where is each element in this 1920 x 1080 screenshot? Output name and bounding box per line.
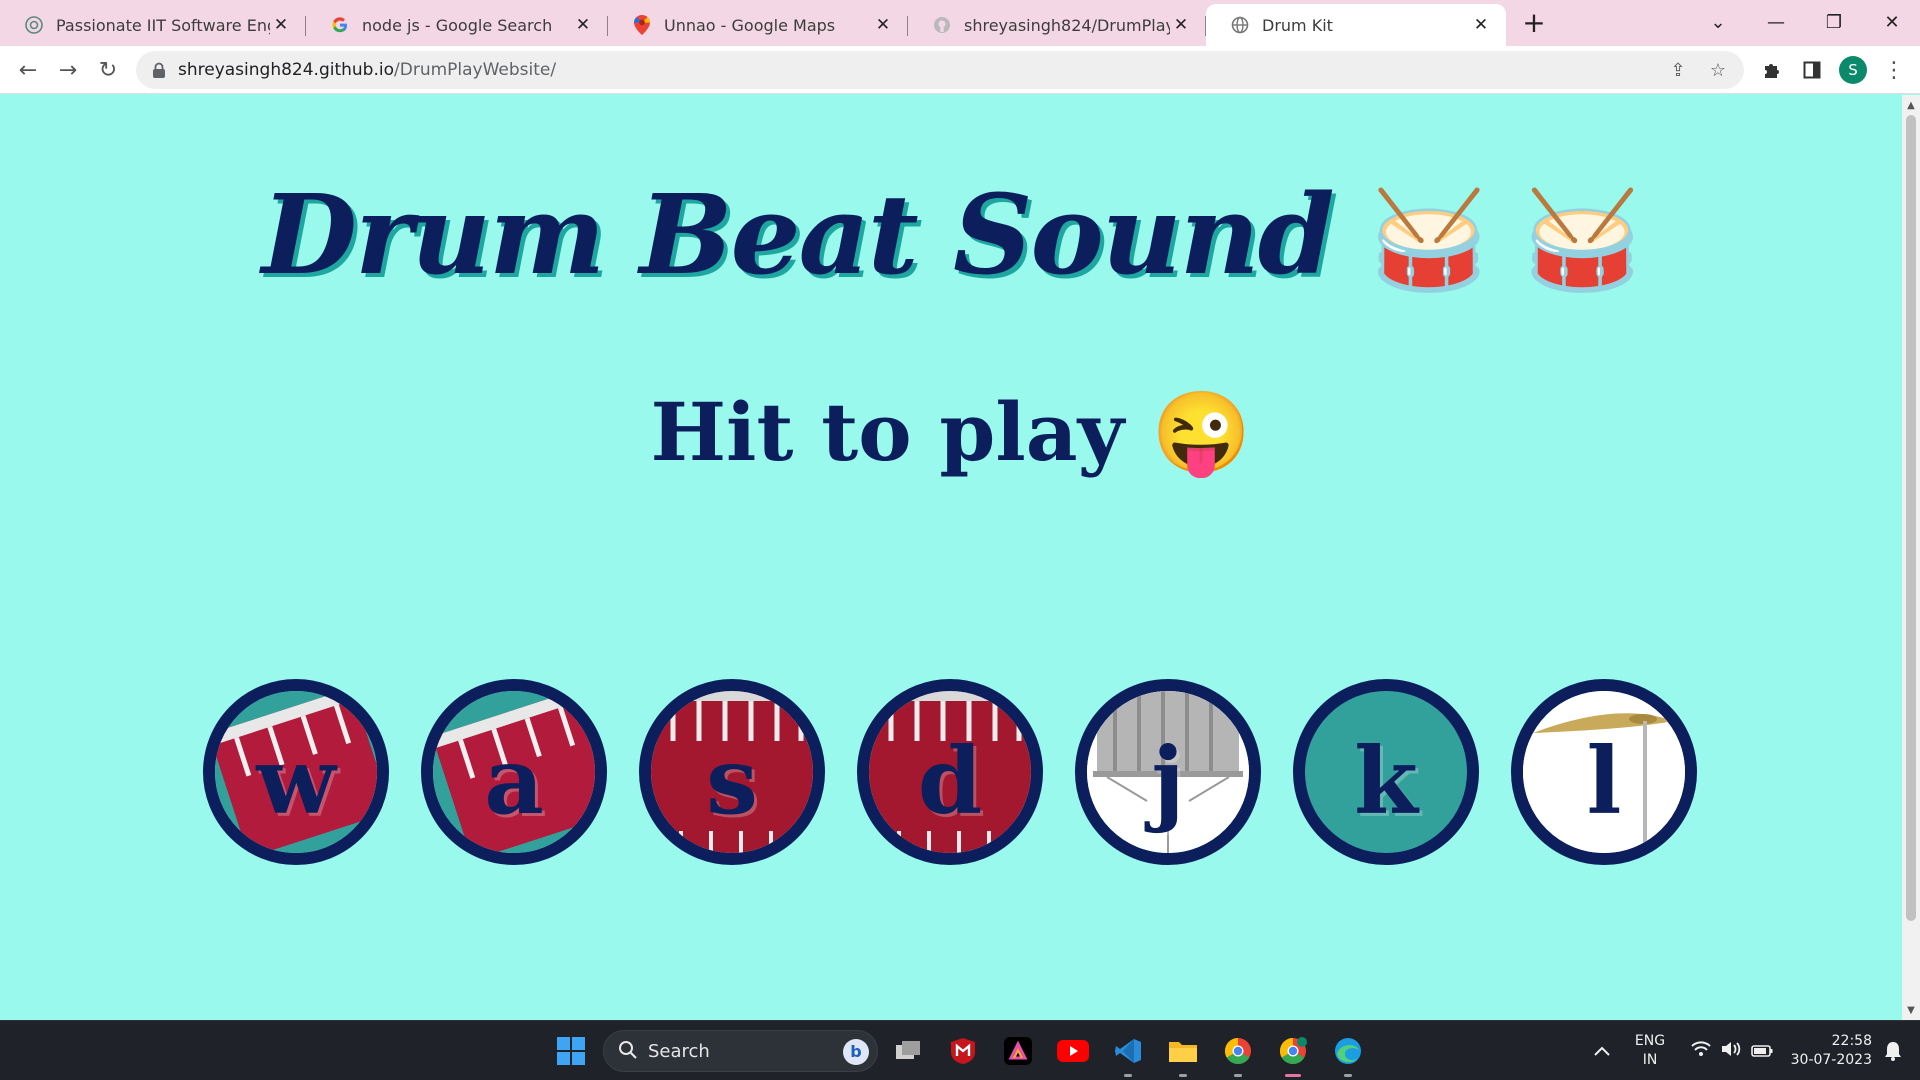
drum-key-label: d: [917, 727, 983, 835]
forward-arrow-icon[interactable]: →: [52, 54, 84, 86]
search-icon: [618, 1040, 638, 1065]
drum-key-label: s: [706, 727, 758, 835]
drum-key-label: j: [1151, 727, 1185, 835]
tab-title: node js - Google Search: [362, 15, 553, 35]
drum-button-a[interactable]: a: [421, 679, 607, 865]
tab-search-chevron-icon[interactable]: ⌄: [1694, 4, 1742, 40]
winking-tongue-emoji-icon: 😜: [1151, 385, 1252, 479]
tab-github[interactable]: shreyasingh824/DrumPlayWebsit ✕: [908, 4, 1206, 46]
drum-emoji-icon: 🥁: [1368, 183, 1489, 296]
address-bar[interactable]: shreyasingh824.github.io/DrumPlayWebsite…: [136, 51, 1744, 89]
drum-key-label: l: [1586, 727, 1622, 835]
system-tray-status[interactable]: [1677, 1031, 1787, 1071]
chatgpt-icon: [24, 15, 44, 35]
bing-icon[interactable]: b: [843, 1039, 869, 1065]
scrollbar-thumb[interactable]: [1906, 115, 1916, 921]
minimize-icon[interactable]: —: [1752, 4, 1800, 40]
notification-bell-icon[interactable]: [1878, 1031, 1908, 1071]
drum-key-label: k: [1354, 727, 1418, 835]
tab-google-maps[interactable]: Unnao - Google Maps ✕: [608, 4, 908, 46]
close-tab-icon[interactable]: ✕: [270, 14, 292, 36]
close-window-icon[interactable]: ✕: [1868, 4, 1916, 40]
google-icon: [330, 15, 350, 35]
scroll-down-arrow-icon[interactable]: ▼: [1902, 1002, 1920, 1018]
chrome-profile-icon[interactable]: [1218, 1031, 1258, 1077]
volume-icon: [1721, 1041, 1741, 1061]
lock-icon[interactable]: [152, 62, 166, 78]
drum-emoji-icon: 🥁: [1522, 183, 1643, 296]
bookmark-star-icon[interactable]: ☆: [1706, 58, 1730, 82]
maps-pin-icon: [632, 15, 652, 35]
side-panel-icon[interactable]: [1796, 54, 1828, 86]
new-tab-button[interactable]: +: [1518, 8, 1550, 40]
clock-date: 30-07-2023: [1790, 1052, 1872, 1068]
tab-title: Drum Kit: [1262, 15, 1333, 35]
adobe-express-icon[interactable]: [998, 1031, 1038, 1071]
share-icon[interactable]: ⇪: [1666, 58, 1690, 82]
github-icon: [932, 15, 952, 35]
drum-kit-page: Drum Beat Sound 🥁 🥁 Hit to play 😜 w a s: [0, 95, 1902, 1020]
wifi-icon: [1691, 1041, 1711, 1061]
close-tab-icon[interactable]: ✕: [1170, 14, 1192, 36]
extensions-puzzle-icon[interactable]: [1756, 54, 1788, 86]
tab-drum-kit[interactable]: Drum Kit ✕: [1206, 4, 1506, 46]
language-indicator[interactable]: ENG IN: [1630, 1032, 1670, 1070]
file-explorer-icon[interactable]: [1163, 1031, 1203, 1077]
clock[interactable]: 22:58 30-07-2023: [1782, 1032, 1872, 1070]
chrome-active-icon[interactable]: [1273, 1031, 1313, 1077]
taskbar-search-label: Search: [648, 1040, 710, 1062]
clock-time: 22:58: [1831, 1033, 1872, 1049]
restore-icon[interactable]: ❐: [1810, 4, 1858, 40]
language-code: ENG: [1634, 1033, 1666, 1049]
url-path: /DrumPlayWebsite/: [394, 60, 557, 80]
close-tab-icon[interactable]: ✕: [872, 14, 894, 36]
page-title-text: Drum Beat Sound: [261, 170, 1335, 299]
browser-toolbar: ← → ↻ shreyasingh824.github.io/DrumPlayW…: [0, 46, 1920, 94]
close-tab-icon[interactable]: ✕: [572, 14, 594, 36]
drum-button-s[interactable]: s: [639, 679, 825, 865]
drum-button-j[interactable]: j: [1075, 679, 1261, 865]
url-host: shreyasingh824.github.io: [178, 60, 395, 80]
tab-strip: Passionate IIT Software Engineer ✕ node …: [0, 0, 1920, 46]
vscode-icon[interactable]: [1108, 1031, 1148, 1077]
scroll-up-arrow-icon[interactable]: ▲: [1902, 97, 1920, 113]
drum-button-d[interactable]: d: [857, 679, 1043, 865]
page-subtitle: Hit to play 😜: [0, 385, 1902, 480]
task-view-icon[interactable]: [888, 1031, 928, 1071]
drum-button-k[interactable]: k: [1293, 679, 1479, 865]
tab-google-search[interactable]: node js - Google Search ✕: [306, 4, 608, 46]
taskbar-search-box[interactable]: Search b: [603, 1030, 878, 1072]
drum-key-label: w: [256, 727, 336, 835]
drum-key-label: a: [484, 727, 544, 835]
windows-start-icon[interactable]: [551, 1031, 591, 1071]
globe-icon: [1230, 15, 1250, 35]
edge-icon[interactable]: [1328, 1031, 1368, 1077]
tray-chevron-up-icon[interactable]: [1582, 1031, 1622, 1071]
reload-icon[interactable]: ↻: [92, 54, 124, 86]
mcafee-icon[interactable]: [943, 1031, 983, 1071]
url-text[interactable]: shreyasingh824.github.io/DrumPlayWebsite…: [178, 60, 556, 80]
page-title: Drum Beat Sound 🥁 🥁: [0, 170, 1902, 299]
page-scrollbar[interactable]: ▲ ▼: [1902, 95, 1920, 1020]
drum-button-w[interactable]: w: [203, 679, 389, 865]
windows-taskbar: Search b ENG IN 22:58 30-07-2023: [0, 1020, 1920, 1080]
page-subtitle-text: Hit to play: [650, 385, 1125, 479]
close-tab-icon[interactable]: ✕: [1470, 14, 1492, 36]
tab-chatgpt[interactable]: Passionate IIT Software Engineer ✕: [0, 4, 306, 46]
drum-button-l[interactable]: l: [1511, 679, 1697, 865]
battery-icon: [1751, 1042, 1773, 1061]
more-menu-icon[interactable]: ⋮: [1878, 54, 1910, 86]
profile-avatar[interactable]: S: [1839, 56, 1867, 84]
tab-title: shreyasingh824/DrumPlayWebsit: [964, 15, 1170, 35]
back-arrow-icon[interactable]: ←: [12, 54, 44, 86]
tab-title: Unnao - Google Maps: [664, 15, 836, 35]
region-code: IN: [1642, 1052, 1658, 1068]
tab-title: Passionate IIT Software Engineer: [56, 15, 270, 35]
youtube-icon[interactable]: [1053, 1031, 1093, 1071]
